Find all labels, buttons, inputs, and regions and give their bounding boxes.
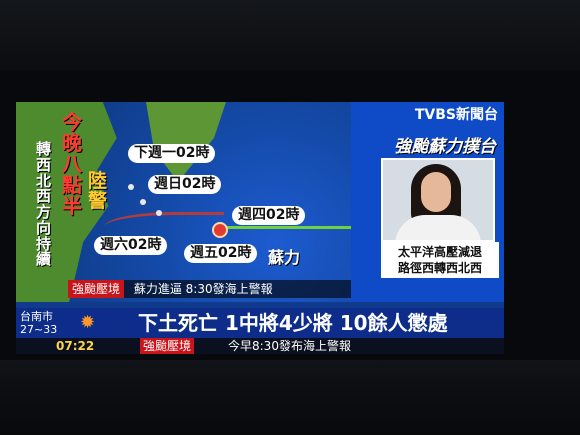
bottom-ticker-text: 今早8:30發布海上警報	[228, 339, 351, 353]
channel-logo: TVBS新聞台	[414, 107, 498, 123]
bottom-ticker-tag: 強颱壓境	[140, 338, 195, 354]
small-ticker: 強颱壓境 蘇力進逼 8:30發海上警報	[68, 280, 398, 298]
map-vertical-text: 轉西北西方向持續	[36, 140, 52, 269]
small-ticker-tag: 強颱壓境	[68, 280, 125, 298]
tv-bezel-top	[0, 0, 580, 70]
clock: 07:22	[56, 339, 95, 353]
temperature: 27~33	[20, 323, 58, 336]
track-point	[156, 210, 162, 216]
track-point	[128, 184, 134, 190]
news-caption: 太平洋高壓減退 路徑西轉西北西	[381, 242, 499, 278]
forecast-label: 週六02時	[94, 236, 168, 255]
forecast-label: 週日02時	[148, 175, 222, 194]
storm-center-icon	[212, 222, 228, 238]
forecast-label: 下週一02時	[128, 144, 216, 163]
sun-icon: ✹	[80, 312, 96, 333]
news-panel: TVBS新聞台 強颱蘇力撲台 太平洋高壓減退 路徑西轉西北西	[351, 102, 504, 302]
news-anchor-video	[381, 158, 495, 242]
weather-box: 台南市 27~33	[20, 310, 70, 336]
city-name: 台南市	[20, 310, 53, 323]
storm-track-line	[224, 226, 354, 229]
main-headline: 下土死亡 1中將4少將 10餘人懲處	[138, 311, 448, 335]
land-mass	[146, 102, 226, 182]
forecast-label: 週四02時	[232, 206, 306, 225]
tv-bezel-bottom	[0, 360, 580, 435]
storm-track-line	[104, 212, 224, 237]
map-vertical-text-yellow: 陸警	[88, 170, 108, 212]
anchor-body	[395, 215, 481, 240]
bottom-ticker-bar: 07:22 強颱壓境 今早8:30發布海上警報	[16, 338, 504, 354]
track-point	[140, 199, 146, 205]
map-vertical-text-red: 今晚八點半	[62, 110, 82, 218]
lower-third: 台南市 27~33 ✹ 下土死亡 1中將4少將 10餘人懲處	[16, 308, 504, 338]
storm-name: 蘇力	[268, 248, 301, 267]
headline-tag: 強颱蘇力撲台	[394, 137, 496, 157]
tv-screen: 轉西北西方向持續 今晚八點半 陸警 下週一02時 週日02時 週四02時 週五0…	[16, 102, 504, 354]
caption-line-2: 路徑西轉西北西	[397, 261, 482, 275]
caption-line-1: 太平洋高壓減退	[397, 245, 482, 259]
anchor-face	[421, 172, 451, 212]
forecast-label: 週五02時	[184, 244, 258, 263]
small-ticker-text: 蘇力進逼 8:30發海上警報	[133, 282, 273, 296]
